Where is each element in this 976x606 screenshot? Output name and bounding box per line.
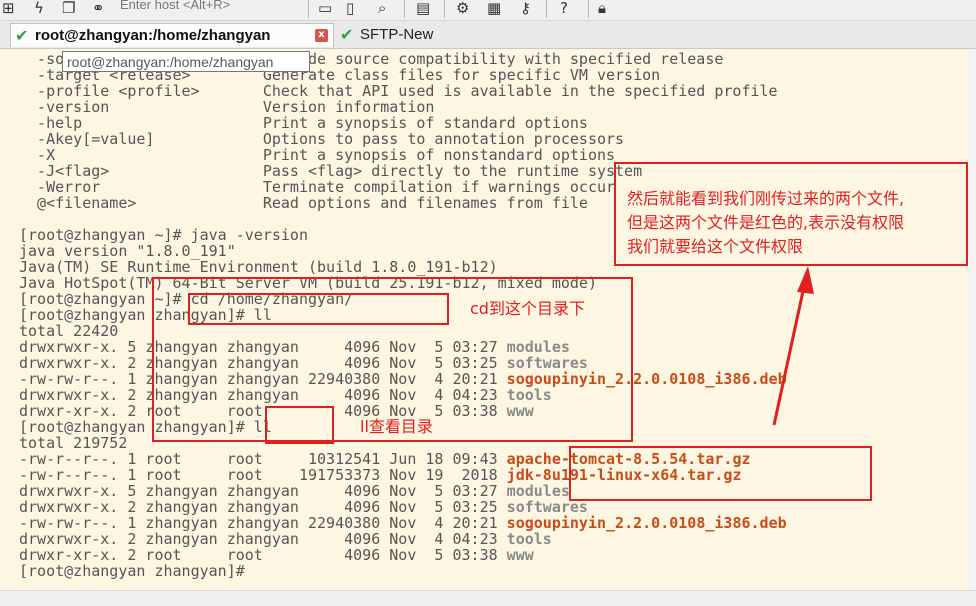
annotation-arrow [772, 266, 814, 426]
